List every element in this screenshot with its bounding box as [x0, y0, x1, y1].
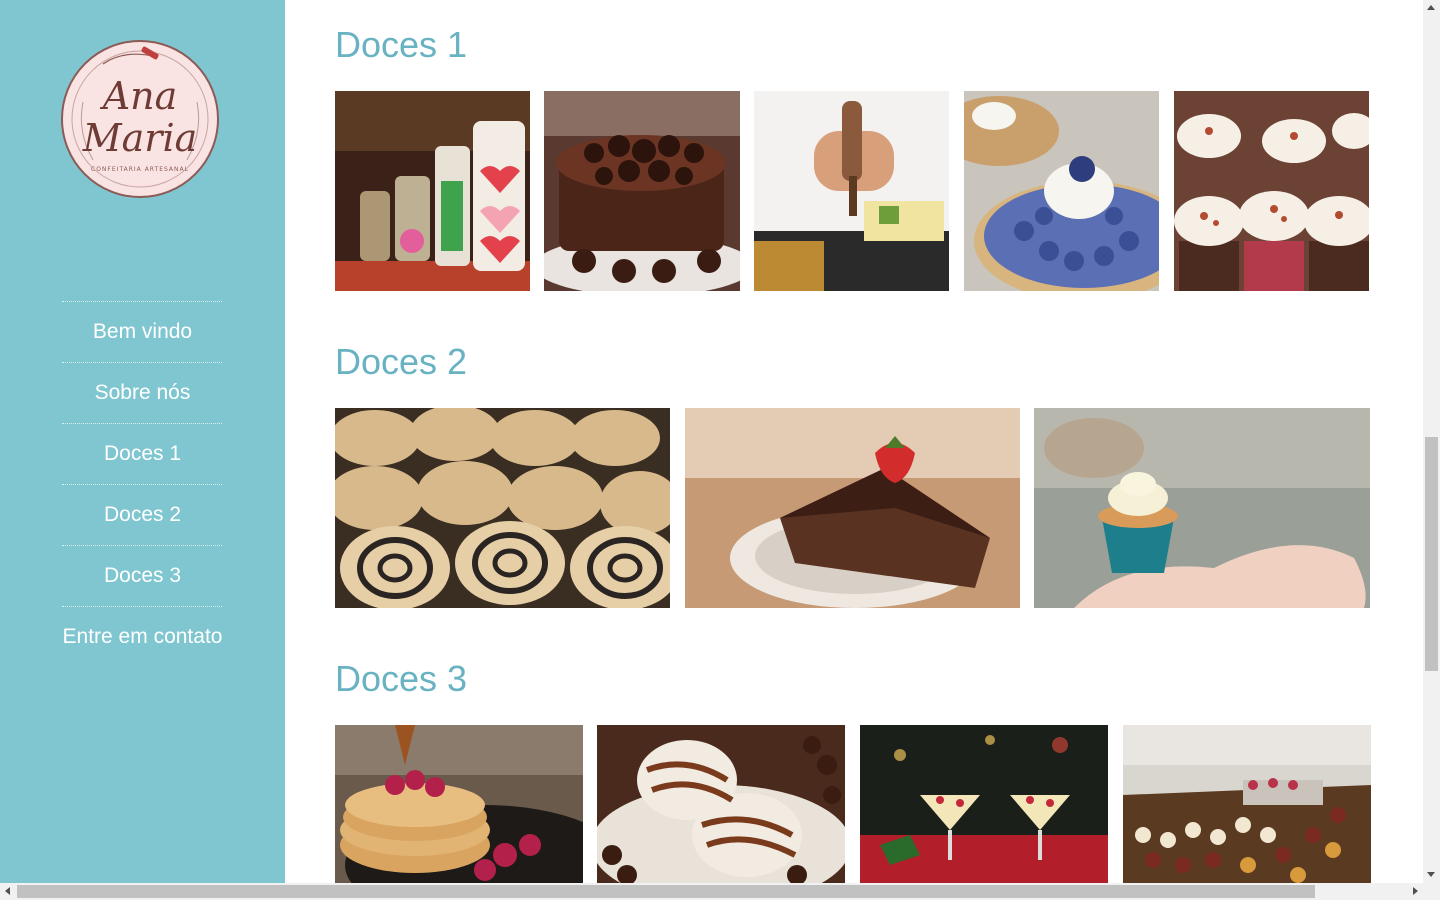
scroll-down-arrow-icon[interactable]: [1427, 872, 1435, 877]
gallery-photo-cupcakes[interactable]: [1174, 91, 1369, 291]
nav-item-doces-3[interactable]: Doces 3: [0, 545, 285, 606]
scroll-left-arrow-icon[interactable]: [5, 887, 10, 895]
gallery-photo-pancakes[interactable]: [335, 725, 583, 883]
nav-item-doces-1[interactable]: Doces 1: [0, 423, 285, 484]
horizontal-scroll-thumb[interactable]: [17, 885, 1315, 898]
logo-line-2: Maria: [82, 116, 198, 160]
horizontal-scrollbar[interactable]: [0, 883, 1440, 900]
gallery-photo-chocolate-cake-slice[interactable]: [685, 408, 1020, 608]
gallery-photo-candy-jars[interactable]: [335, 91, 530, 291]
nav-item-doces-2[interactable]: Doces 2: [0, 484, 285, 545]
main-content: Doces 1 Doces 2 Doces 3: [285, 0, 1423, 883]
gallery-photo-coconut-truffles[interactable]: [597, 725, 845, 883]
brand-logo[interactable]: Ana Maria CONFEITARIA ARTESANAL: [61, 40, 219, 198]
gallery-photo-chef-decorating[interactable]: [754, 91, 949, 291]
main-nav: Bem vindo Sobre nós Doces 1 Doces 2 Doce…: [0, 301, 285, 667]
nav-item-contato[interactable]: Entre em contato: [0, 606, 285, 667]
section-title-doces-1: Doces 1: [335, 24, 468, 65]
gallery-photo-blueberry-tart[interactable]: [964, 91, 1159, 291]
sidebar: Ana Maria CONFEITARIA ARTESANAL Bem vind…: [0, 0, 285, 883]
gallery-photo-christmas-cocktails[interactable]: [860, 725, 1108, 883]
gallery-photo-poppy-seed-rolls[interactable]: [335, 408, 670, 608]
gallery-photo-cupcake-in-hand[interactable]: [1034, 408, 1370, 608]
scroll-right-arrow-icon[interactable]: [1413, 887, 1418, 895]
section-title-doces-2: Doces 2: [335, 341, 468, 382]
logo-tagline: CONFEITARIA ARTESANAL: [91, 166, 189, 173]
nav-item-bem-vindo[interactable]: Bem vindo: [0, 301, 285, 362]
vertical-scrollbar[interactable]: [1423, 0, 1440, 883]
vertical-scroll-thumb[interactable]: [1425, 437, 1438, 671]
section-title-doces-3: Doces 3: [335, 658, 468, 699]
logo-line-1: Ana: [102, 74, 178, 118]
scroll-up-arrow-icon[interactable]: [1427, 5, 1435, 10]
gallery-photo-chocolate-cake[interactable]: [544, 91, 740, 291]
gallery-photo-pastry-display[interactable]: [1123, 725, 1371, 883]
nav-item-sobre-nos[interactable]: Sobre nós: [0, 362, 285, 423]
